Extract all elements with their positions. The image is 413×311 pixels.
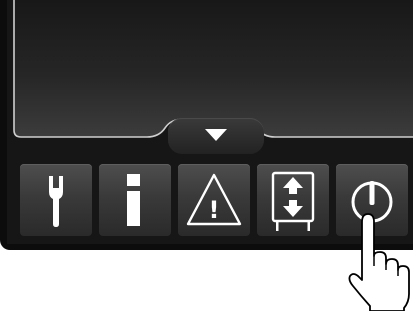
input-select-icon <box>271 171 315 231</box>
chevron-down-icon <box>205 129 227 141</box>
input-select-button[interactable] <box>257 164 329 236</box>
info-button[interactable]: i <box>99 164 171 236</box>
warning-icon: ! <box>186 173 242 226</box>
warning-button-label: ! <box>209 196 220 224</box>
service-button[interactable] <box>20 164 92 236</box>
info-icon: i <box>127 174 140 226</box>
wrench-icon <box>49 176 63 227</box>
drawer-handle-button[interactable] <box>168 118 264 154</box>
pointing-hand-icon <box>348 213 410 311</box>
warning-button[interactable]: ! <box>178 164 250 236</box>
